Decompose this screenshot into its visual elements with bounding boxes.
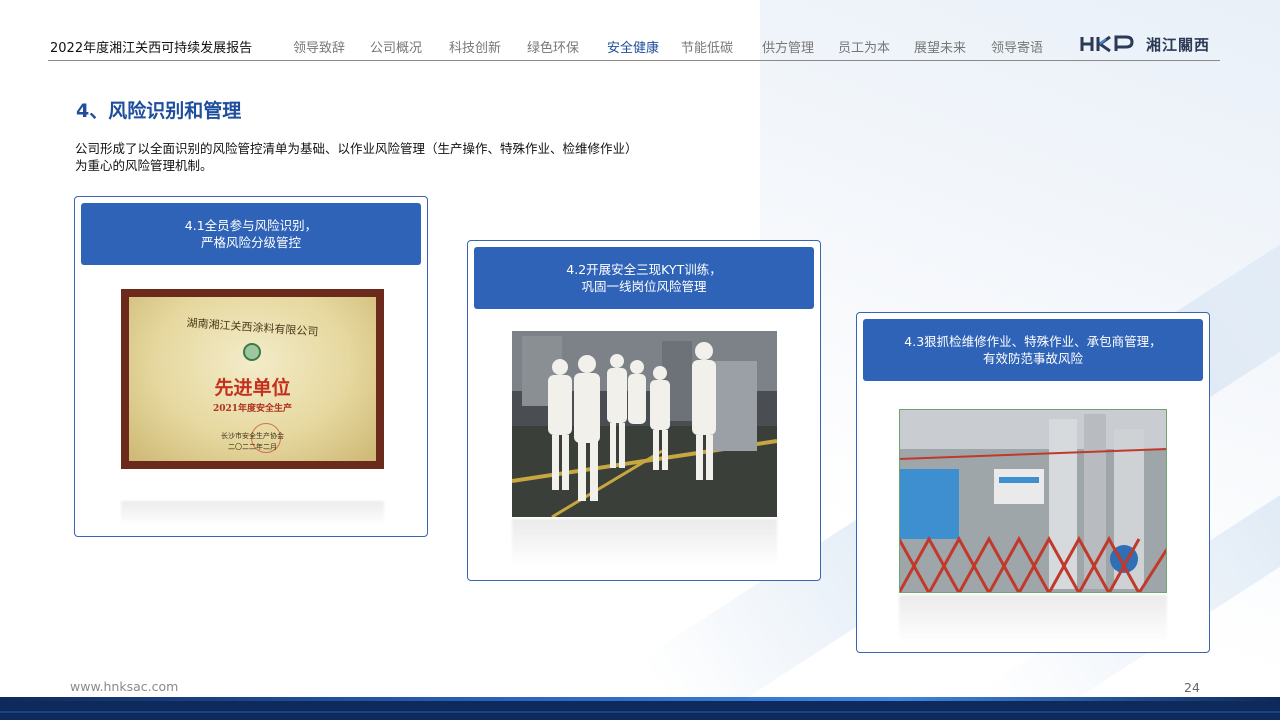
- award-plaque-image: 湖南湘江关西涂料有限公司 先进单位 2021年度安全生产 长沙市安全生产协会 二…: [121, 289, 384, 469]
- hkp-logo-icon: [1080, 35, 1134, 53]
- plaque-subtitle: 2021年度安全生产: [212, 404, 293, 414]
- image-reflection: [899, 595, 1167, 643]
- kyt-training-photo: [512, 331, 777, 517]
- plaque-face: 湖南湘江关西涂料有限公司 先进单位 2021年度安全生产 长沙市安全生产协会 二…: [129, 297, 376, 461]
- nav-item-supplier-management[interactable]: 供方管理: [762, 37, 814, 56]
- card-header: 4.2开展安全三现KYT训练， 巩固一线岗位风险管理: [474, 247, 814, 309]
- page-number: 24: [1184, 680, 1200, 695]
- card-risk-identification: 4.1全员参与风险识别， 严格风险分级管控 湖南湘江关西涂料有限公司 先进单位 …: [74, 196, 428, 537]
- plaque-award: 先进单位: [214, 377, 291, 399]
- nav-item-company-overview[interactable]: 公司概况: [370, 37, 422, 56]
- nav-item-leadership-speech[interactable]: 领导致辞: [293, 37, 345, 56]
- emblem-icon: [243, 343, 261, 361]
- nav-item-employees[interactable]: 员工为本: [838, 37, 890, 56]
- nav-item-outlook[interactable]: 展望未来: [914, 37, 966, 56]
- image-reflection: [512, 519, 777, 567]
- nav-item-safety-health[interactable]: 安全健康: [607, 37, 659, 56]
- card-maintenance-management: 4.3狠抓检维修作业、特殊作业、承包商管理， 有效防范事故风险: [856, 312, 1210, 653]
- website-url[interactable]: www.hnksac.com: [70, 679, 178, 694]
- intro-line: 为重心的风险管理机制。: [75, 158, 213, 173]
- logo-text: 湘江關西: [1146, 35, 1211, 54]
- card-title-line: 4.1全员参与风险识别，: [184, 218, 318, 233]
- intro-line: 公司形成了以全面识别的风险管控清单为基础、以作业风险管理（生产操作、特殊作业、检…: [75, 141, 638, 156]
- card-title-line: 有效防范事故风险: [982, 351, 1083, 366]
- plaque-company: 湖南湘江关西涂料有限公司: [186, 316, 319, 339]
- card-header: 4.3狠抓检维修作业、特殊作业、承包商管理， 有效防范事故风险: [863, 319, 1203, 381]
- nav-item-tech-innovation[interactable]: 科技创新: [449, 37, 501, 56]
- bottom-bar-accent: [0, 711, 1280, 713]
- plaque-association: 长沙市安全生产协会: [221, 432, 284, 440]
- section-intro: 公司形成了以全面识别的风险管控清单为基础、以作业风险管理（生产操作、特殊作业、检…: [75, 140, 715, 174]
- nav-item-green-environment[interactable]: 绿色环保: [527, 37, 579, 56]
- bottom-bar-accent: [0, 697, 1280, 701]
- card-title-line: 巩固一线岗位风险管理: [581, 279, 707, 294]
- bottom-bar: [0, 697, 1280, 720]
- workers-scene-icon: [512, 331, 777, 517]
- nav-item-low-carbon[interactable]: 节能低碳: [681, 37, 733, 56]
- industrial-equipment-icon: [899, 409, 1167, 593]
- report-title: 2022年度湘江关西可持续发展报告: [50, 41, 253, 56]
- header-divider: [48, 60, 1220, 61]
- maintenance-site-photo: [899, 409, 1167, 593]
- card-title-line: 4.3狠抓检维修作业、特殊作业、承包商管理，: [904, 334, 1162, 349]
- card-title-line: 严格风险分级管控: [200, 235, 301, 250]
- section-title: 4、风险识别和管理: [76, 100, 242, 122]
- card-title-line: 4.2开展安全三现KYT训练，: [566, 262, 722, 277]
- image-reflection: [121, 501, 384, 525]
- nav-item-leadership-message[interactable]: 领导寄语: [991, 37, 1043, 56]
- header: 2022年度湘江关西可持续发展报告 领导致辞 公司概况 科技创新 绿色环保 安全…: [0, 0, 1280, 62]
- card-kyt-training: 4.2开展安全三现KYT训练， 巩固一线岗位风险管理: [467, 240, 821, 581]
- company-logo: 湘江關西: [1080, 33, 1210, 55]
- plaque-date: 二〇二二年二月: [228, 443, 277, 451]
- card-header: 4.1全员参与风险识别， 严格风险分级管控: [81, 203, 421, 265]
